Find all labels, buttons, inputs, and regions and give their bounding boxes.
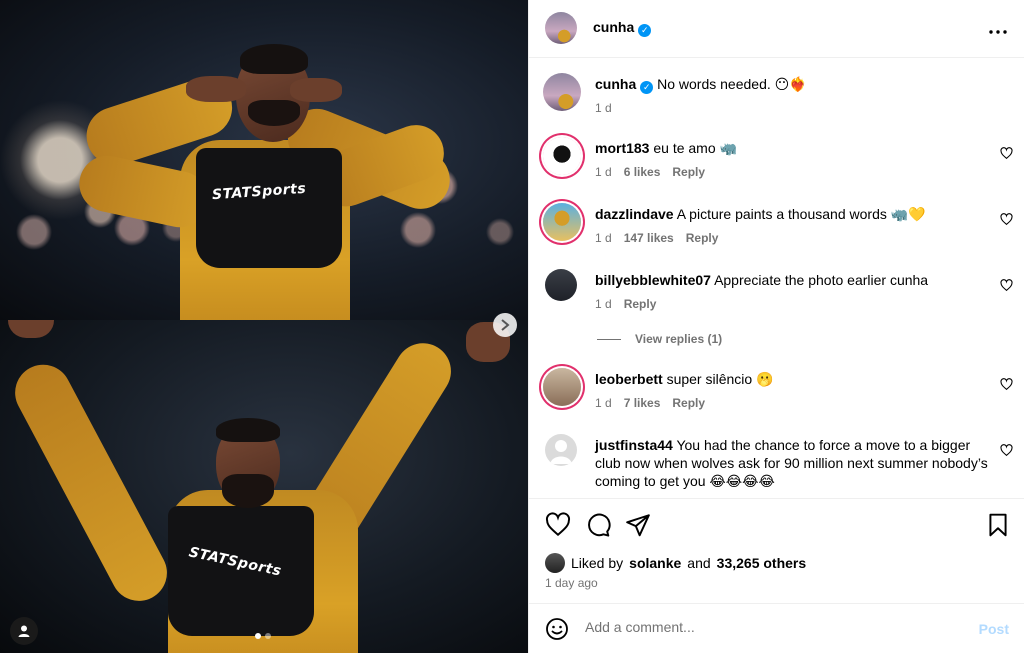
caption-time: 1 d [595,101,612,115]
comment-body: justfinsta44 You had the chance to force… [595,436,991,490]
post-comment-button[interactable]: Post [979,621,1009,637]
comment-time: 1 d [595,165,612,179]
liked-by-prefix: Liked by [571,555,624,571]
photo-frame-top: STATSports [0,0,528,320]
reply-button[interactable]: Reply [686,231,719,245]
carousel-dot-active [255,633,261,639]
liked-by-others[interactable]: 33,265 others [717,555,807,571]
tagged-users-button[interactable] [10,617,38,645]
commenter-avatar[interactable] [543,203,581,241]
comment-bubble-icon[interactable] [585,512,611,538]
comment-text: eu te amo 🦏 [653,140,737,156]
comment-username[interactable]: justfinsta44 [595,437,673,453]
chevron-right-icon [501,319,510,331]
comment-input[interactable] [585,619,955,635]
divider [597,338,621,340]
comment-likes[interactable]: 7 likes [624,396,661,410]
liked-by-and: and [687,555,711,571]
post-timestamp[interactable]: 1 day ago [545,576,598,590]
comment-body: mort183 eu te amo 🦏 [595,139,995,157]
like-comment-heart-icon[interactable] [1000,213,1013,226]
reply-button[interactable]: Reply [672,396,705,410]
comment-text: super silêncio 🫢 [666,371,774,387]
comments-list[interactable]: cunha ✓ No words needed. 😶❤️‍🔥 1 d mort18… [529,59,1024,498]
comment-text: A picture paints a thousand words 🦏💛 [676,206,926,222]
caption-avatar[interactable] [543,73,581,111]
comment-meta: 1 d 147 likes Reply [595,231,718,245]
comment-username[interactable]: billyebblewhite07 [595,272,711,288]
like-heart-icon[interactable] [545,512,571,538]
comment-meta: 1 d 7 likes Reply [595,396,705,410]
default-avatar-icon [550,440,572,464]
comment-text: Appreciate the photo earlier cunha [714,272,929,288]
like-comment-heart-icon[interactable] [1000,378,1013,391]
player-figure: STATSports [0,0,528,320]
player-figure-celebrating: STATSports [0,320,528,653]
comment-meta: 1 d 6 likes Reply [595,165,705,179]
post-header: cunha ✓ [529,0,1024,58]
comment-meta: 1 d Reply [595,297,656,311]
like-comment-heart-icon[interactable] [1000,147,1013,160]
verified-badge-icon: ✓ [640,81,654,94]
comment-username[interactable]: mort183 [595,140,649,156]
caption-body: cunha ✓ No words needed. 😶❤️‍🔥 [595,75,995,94]
emoji-smiley-icon[interactable] [545,617,569,641]
liked-by-summary[interactable]: Liked by solanke and 33,265 others [545,553,806,573]
comment-body: dazzlindave A picture paints a thousand … [595,205,995,223]
commenter-avatar-default[interactable] [545,434,577,466]
caption-text: No words needed. 😶❤️‍🔥 [657,76,807,92]
post-actions: Liked by solanke and 33,265 others 1 day… [529,498,1024,604]
share-send-icon[interactable] [625,512,651,538]
liker-avatar [545,553,565,573]
more-options-button[interactable] [989,18,1007,39]
comment-body: billyebblewhite07 Appreciate the photo e… [595,271,995,289]
add-comment-bar: Post [529,605,1024,653]
comment-time: 1 d [595,297,612,311]
commenter-avatar[interactable] [543,137,581,175]
carousel-indicator [255,633,271,639]
liked-by-user[interactable]: solanke [629,555,681,571]
comment-username[interactable]: dazzlindave [595,206,674,222]
reply-button[interactable]: Reply [672,165,705,179]
comment-username[interactable]: leoberbett [595,371,663,387]
caption-username[interactable]: cunha [595,76,636,92]
save-bookmark-icon[interactable] [985,512,1011,538]
view-replies-button[interactable]: View replies (1) [597,332,722,346]
verified-badge-icon: ✓ [638,24,652,37]
user-icon [18,625,30,637]
comment-time: 1 d [595,396,612,410]
author-username[interactable]: cunha [593,19,634,35]
post-media[interactable]: STATSports STATSports [0,0,528,653]
commenter-avatar[interactable] [545,269,577,301]
carousel-next-button[interactable] [493,313,517,337]
author-line: cunha ✓ [593,19,652,37]
reply-button[interactable]: Reply [624,297,657,311]
photo-frame-bottom: STATSports [0,320,528,653]
more-options-icon [989,30,1007,34]
comment-body: leoberbett super silêncio 🫢 [595,370,995,388]
author-avatar[interactable] [545,12,577,44]
view-replies-label: View replies (1) [635,332,723,346]
carousel-dot [265,633,271,639]
comment-likes[interactable]: 147 likes [624,231,674,245]
comment-likes[interactable]: 6 likes [624,165,661,179]
caption-meta: 1 d [595,101,612,115]
comment-time: 1 d [595,231,612,245]
like-comment-heart-icon[interactable] [1000,444,1013,457]
like-comment-heart-icon[interactable] [1000,279,1013,292]
post-details-panel: cunha ✓ cunha ✓ No words needed. 😶❤️‍🔥 1 d… [528,0,1024,653]
commenter-avatar[interactable] [543,368,581,406]
